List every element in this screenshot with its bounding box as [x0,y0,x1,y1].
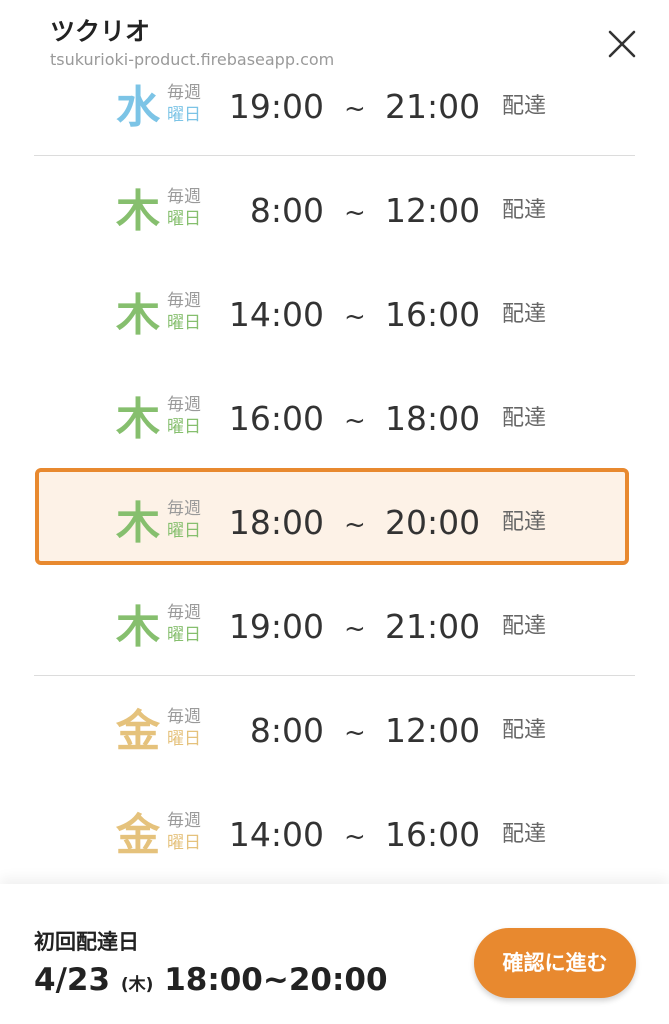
slot-option[interactable]: 金 毎週 曜日 8:00 ~ 12:00 配達 [0,676,669,780]
slot-option[interactable]: 木 毎週 曜日 14:00 ~ 16:00 配達 [0,260,669,364]
slot-start-time: 16:00 [228,399,324,438]
slot-day-label: 水 [116,82,160,133]
first-delivery-value: 4/23 (木) 18:00~20:00 [34,962,388,998]
slot-delivery-label: 配達 [502,94,547,119]
slot-day-label: 木 [116,186,160,237]
close-button[interactable] [602,24,642,64]
slot-day-label: 木 [116,498,160,549]
slot-end-time: 16:00 [385,295,481,334]
slot-range-separator: ~ [344,510,366,540]
close-icon [608,30,636,58]
slot-start-time: 8:00 [249,711,324,750]
slot-weekday-label: 曜日 [167,625,201,645]
slot-weekly-label: 毎週 [167,291,201,311]
slot-option[interactable]: 金 毎週 曜日 14:00 ~ 16:00 配達 [0,780,669,884]
slot-weekday-label: 曜日 [167,833,201,853]
delivery-slot-page: 水 毎週 曜日 19:00 ~ 21:00 配達 木 毎週 曜日 8:00 ~ … [0,0,669,1024]
slot-day-label: 木 [116,602,160,653]
slot-weekly-label: 毎週 [167,603,201,623]
first-delivery-label: 初回配達日 [34,930,139,954]
slot-start-time: 18:00 [228,503,324,542]
slot-weekday-label: 曜日 [167,105,201,125]
slot-weekly-label: 毎週 [167,187,201,207]
slot-end-time: 20:00 [385,503,481,542]
slot-weekly-label: 毎週 [167,395,201,415]
slot-start-time: 14:00 [228,295,324,334]
slot-end-time: 12:00 [385,711,481,750]
slot-day-label: 金 [116,810,160,861]
slot-end-time: 12:00 [385,191,481,230]
slot-weekly-label: 毎週 [167,811,201,831]
slot-weekday-label: 曜日 [167,729,201,749]
slot-weekday-label: 曜日 [167,209,201,229]
slot-end-time: 16:00 [385,815,481,854]
slot-start-time: 19:00 [228,87,324,126]
summary-footer: 初回配達日 4/23 (木) 18:00~20:00 確認に進む [0,884,669,1024]
slot-option-selected[interactable]: 木 毎週 曜日 18:00 ~ 20:00 配達 [0,468,669,572]
slot-delivery-label: 配達 [502,822,547,847]
slot-option[interactable]: 木 毎週 曜日 16:00 ~ 18:00 配達 [0,364,669,468]
confirm-button[interactable]: 確認に進む [474,928,636,998]
slot-end-time: 18:00 [385,399,481,438]
app-title: ツクリオ [50,17,151,46]
slot-delivery-label: 配達 [502,614,547,639]
slot-weekday-label: 曜日 [167,313,201,333]
slot-end-time: 21:00 [385,607,481,646]
slot-weekday-label: 曜日 [167,521,201,541]
slot-range-separator: ~ [344,198,366,228]
slot-range-separator: ~ [344,406,366,436]
slot-weekly-label: 毎週 [167,499,201,519]
slot-end-time: 21:00 [385,87,481,126]
first-delivery-time: 18:00~20:00 [164,962,388,998]
delivery-slot-list: 水 毎週 曜日 19:00 ~ 21:00 配達 木 毎週 曜日 8:00 ~ … [0,52,669,884]
slot-range-separator: ~ [344,94,366,124]
app-url: tsukurioki-product.firebaseapp.com [50,50,335,69]
slot-start-time: 8:00 [249,191,324,230]
slot-day-label: 木 [116,290,160,341]
slot-start-time: 14:00 [228,815,324,854]
first-delivery-weekday: (木) [120,975,154,995]
slot-option[interactable]: 木 毎週 曜日 8:00 ~ 12:00 配達 [0,156,669,260]
slot-option[interactable]: 木 毎週 曜日 19:00 ~ 21:00 配達 [0,572,669,676]
slot-delivery-label: 配達 [502,406,547,431]
slot-day-label: 金 [116,706,160,757]
slot-range-separator: ~ [344,822,366,852]
slot-weekly-label: 毎週 [167,83,201,103]
slot-delivery-label: 配達 [502,718,547,743]
slot-range-separator: ~ [344,614,366,644]
slot-start-time: 19:00 [228,607,324,646]
slot-range-separator: ~ [344,302,366,332]
slot-weekday-label: 曜日 [167,417,201,437]
slot-day-label: 木 [116,394,160,445]
slot-weekly-label: 毎週 [167,707,201,727]
slot-range-separator: ~ [344,718,366,748]
slot-delivery-label: 配達 [502,198,547,223]
first-delivery-date: 4/23 [34,962,111,998]
slot-delivery-label: 配達 [502,302,547,327]
slot-delivery-label: 配達 [502,510,547,535]
app-header: ツクリオ tsukurioki-product.firebaseapp.com [0,0,669,82]
